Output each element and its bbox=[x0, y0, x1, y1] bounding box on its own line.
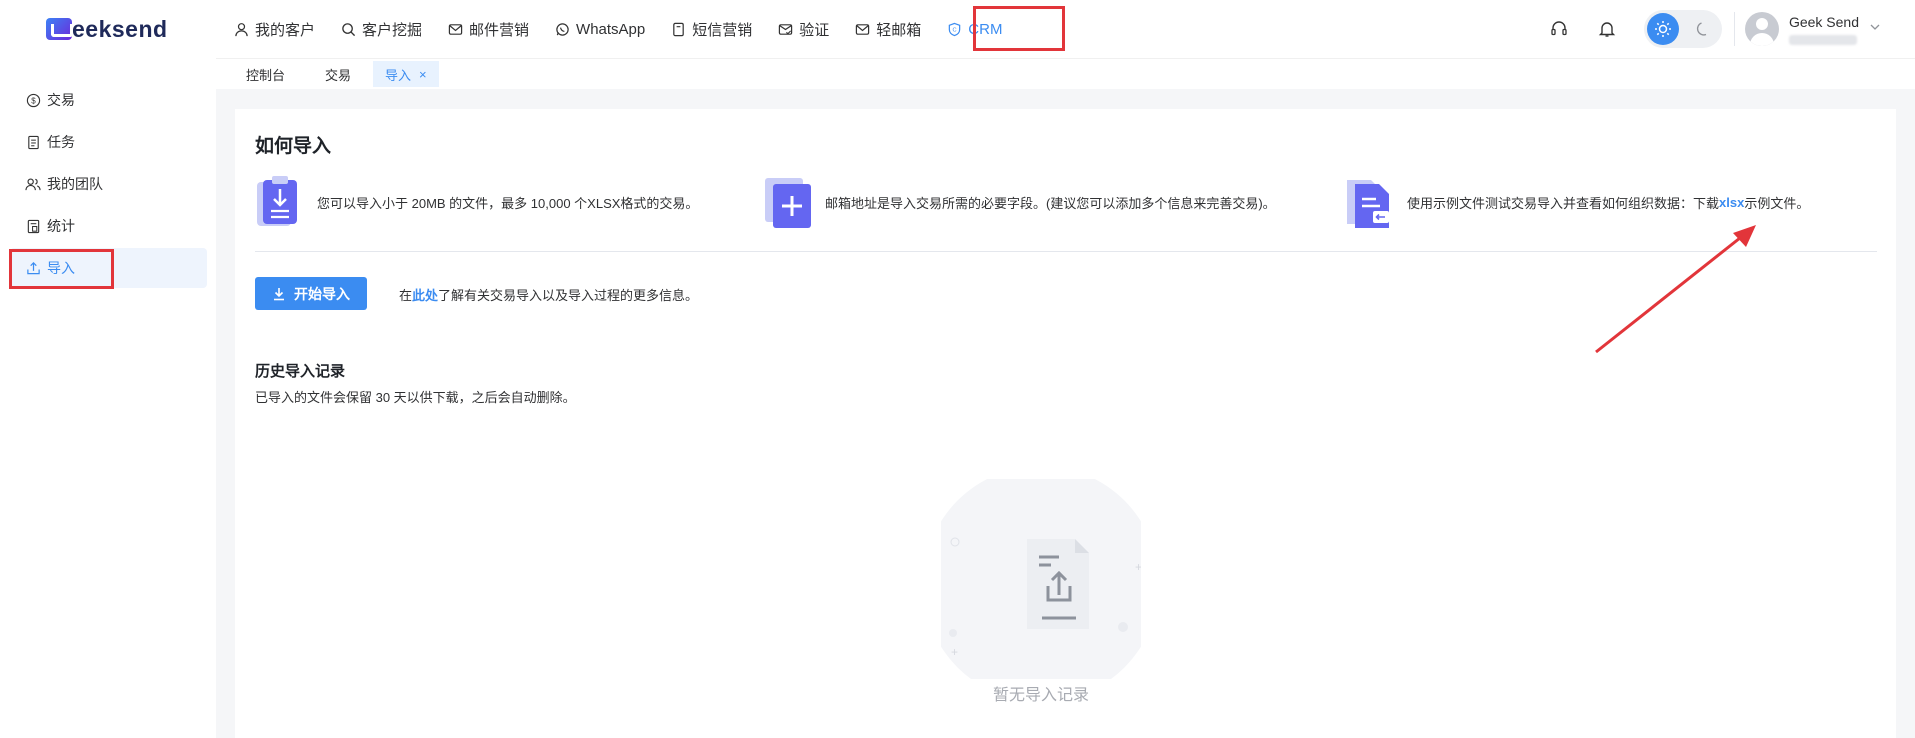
task-icon bbox=[25, 134, 41, 150]
sidebar-item-label: 统计 bbox=[47, 218, 75, 234]
sun-icon[interactable] bbox=[1646, 13, 1679, 45]
crm-icon: C bbox=[946, 21, 962, 37]
nav-item-discovery[interactable]: 客户挖掘 bbox=[329, 0, 433, 58]
nav-item-email-marketing[interactable]: 邮件营销 bbox=[436, 0, 540, 58]
logo-text: eeksend bbox=[72, 15, 168, 42]
info-text: 您可以导入小于 20MB 的文件，最多 10,000 个XLSX格式的交易。 bbox=[317, 195, 699, 211]
tab-label: 控制台 bbox=[246, 67, 286, 83]
dollar-icon: $ bbox=[25, 92, 41, 108]
mail-icon bbox=[447, 21, 463, 37]
tab-dashboard[interactable]: 控制台 bbox=[236, 61, 295, 87]
start-import-button[interactable]: 开始导入 bbox=[255, 277, 367, 310]
top-navbar: eeksend 我的客户 客户挖掘 邮件营销 WhatsApp 短信营销 验证 … bbox=[0, 0, 1915, 58]
download-icon bbox=[272, 287, 286, 301]
plus-document-icon bbox=[763, 174, 813, 230]
tab-label: 交易 bbox=[325, 67, 352, 83]
search-icon bbox=[340, 21, 356, 37]
svg-text:$: $ bbox=[31, 96, 36, 105]
info-size-limit: 您可以导入小于 20MB 的文件，最多 10,000 个XLSX格式的交易。 bbox=[255, 174, 698, 230]
sidebar-item-label: 交易 bbox=[47, 92, 75, 108]
nav-label: 轻邮箱 bbox=[876, 21, 922, 39]
nav-item-verify[interactable]: 验证 bbox=[766, 0, 840, 58]
sidebar-item-deals[interactable]: $ 交易 bbox=[10, 80, 207, 120]
nav-label: 短信营销 bbox=[692, 21, 753, 39]
sidebar-item-tasks[interactable]: 任务 bbox=[10, 122, 207, 162]
tab-label: 导入 bbox=[385, 67, 412, 83]
nav-item-sms[interactable]: 短信营销 bbox=[659, 0, 763, 58]
nav-label: 验证 bbox=[799, 21, 830, 39]
sidebar-item-stats[interactable]: 统计 bbox=[10, 206, 207, 246]
learn-more-link[interactable]: 此处 bbox=[412, 288, 438, 303]
nav-label: 客户挖掘 bbox=[362, 21, 423, 39]
bell-icon[interactable] bbox=[1596, 18, 1618, 40]
import-highlight-box bbox=[9, 249, 114, 289]
moon-icon[interactable] bbox=[1687, 13, 1719, 45]
tab-deals[interactable]: 交易 bbox=[295, 61, 371, 87]
verify-mail-icon bbox=[777, 21, 793, 37]
whatsapp-icon bbox=[554, 21, 570, 37]
history-description: 已导入的文件会保留 30 天以供下载，之后会自动删除。 bbox=[255, 390, 576, 405]
nav-label: 我的客户 bbox=[255, 21, 316, 39]
light-mail-icon bbox=[854, 21, 870, 37]
empty-state-text: 暂无导入记录 bbox=[992, 687, 1089, 704]
nav-item-whatsapp[interactable]: WhatsApp bbox=[543, 0, 656, 58]
start-import-label: 开始导入 bbox=[294, 285, 350, 302]
clipboard-download-icon bbox=[255, 174, 305, 230]
main-nav: 我的客户 客户挖掘 邮件营销 WhatsApp 短信营销 验证 轻邮箱 C CR… bbox=[222, 0, 1016, 58]
user-email-blurred bbox=[1788, 34, 1857, 45]
svg-text:+: + bbox=[951, 645, 958, 659]
avatar[interactable] bbox=[1744, 12, 1779, 46]
stats-icon bbox=[25, 218, 41, 234]
svg-text:+: + bbox=[1135, 560, 1141, 574]
info-text-prefix: 使用示例文件测试交易导入并查看如何组织数据：下载 bbox=[1407, 195, 1720, 211]
more-prefix: 在 bbox=[399, 288, 413, 303]
info-sample-file: 使用示例文件测试交易导入并查看如何组织数据：下载 xlsx 示例文件。 bbox=[1345, 174, 1809, 230]
info-text-suffix: 示例文件。 bbox=[1744, 195, 1810, 211]
page-tabs: 控制台 交易 导入 × bbox=[216, 58, 1915, 89]
tab-import[interactable]: 导入 × bbox=[373, 61, 439, 87]
brand-logo[interactable]: eeksend bbox=[46, 16, 168, 42]
sidebar-item-label: 我的团队 bbox=[47, 176, 103, 192]
more-info-text: 在此处了解有关交易导入以及导入过程的更多信息。 bbox=[399, 285, 698, 304]
team-icon bbox=[25, 176, 41, 192]
xlsx-sample-link[interactable]: xlsx bbox=[1719, 195, 1744, 210]
empty-illustration: + + bbox=[923, 466, 1159, 702]
user-name: Geek Send bbox=[1788, 13, 1859, 30]
user-info[interactable]: Geek Send bbox=[1788, 13, 1859, 45]
header-tools: Geek Send bbox=[1548, 0, 1881, 58]
info-required-field: 邮箱地址是导入交易所需的必要字段。(建议您可以添加多个信息来完善交易)。 bbox=[763, 174, 1276, 230]
sms-icon bbox=[670, 21, 686, 37]
nav-label: WhatsApp bbox=[576, 20, 646, 38]
nav-label: 邮件营销 bbox=[469, 21, 530, 39]
sidebar: $ 交易 任务 我的团队 统计 导入 bbox=[0, 58, 216, 738]
section-divider bbox=[255, 251, 1877, 252]
import-card: 如何导入 您可以导入小于 20MB 的文件，最多 10,000 个XLSX格式的… bbox=[235, 109, 1896, 738]
sidebar-item-team[interactable]: 我的团队 bbox=[10, 164, 207, 204]
theme-toggle[interactable] bbox=[1643, 10, 1722, 48]
nav-item-customers[interactable]: 我的客户 bbox=[222, 0, 326, 58]
nav-item-light-mail[interactable]: 轻邮箱 bbox=[843, 0, 932, 58]
more-suffix: 了解有关交易导入以及导入过程的更多信息。 bbox=[438, 288, 699, 303]
sidebar-item-label: 任务 bbox=[47, 134, 75, 150]
header-divider bbox=[1733, 12, 1735, 46]
user-icon bbox=[233, 21, 249, 37]
info-text: 邮箱地址是导入交易所需的必要字段。(建议您可以添加多个信息来完善交易)。 bbox=[825, 195, 1276, 211]
logo-mark-icon bbox=[46, 18, 73, 40]
close-icon[interactable]: × bbox=[419, 67, 427, 82]
chevron-down-icon[interactable] bbox=[1869, 20, 1881, 38]
how-to-import-info: 您可以导入小于 20MB 的文件，最多 10,000 个XLSX格式的交易。 邮… bbox=[255, 174, 1877, 230]
headset-icon[interactable] bbox=[1548, 18, 1570, 40]
history-title: 历史导入记录 bbox=[255, 363, 346, 380]
sample-file-icon bbox=[1345, 174, 1395, 230]
crm-highlight-box bbox=[973, 6, 1065, 51]
svg-text:C: C bbox=[952, 27, 956, 33]
page-title: 如何导入 bbox=[255, 136, 332, 157]
